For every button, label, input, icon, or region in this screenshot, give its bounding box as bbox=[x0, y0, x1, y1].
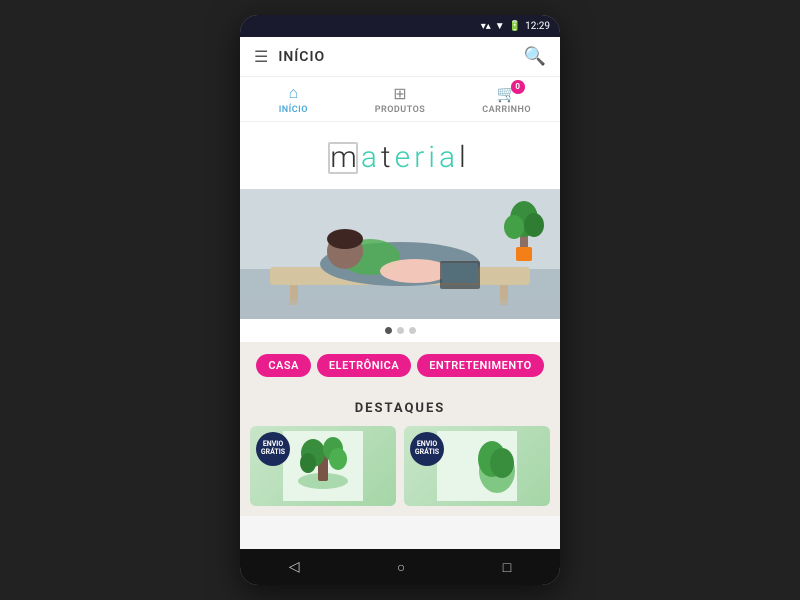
carousel-dots bbox=[240, 319, 560, 342]
tab-carrinho[interactable]: 🛒 0 CARRINHO bbox=[453, 77, 560, 121]
hamburger-icon[interactable]: ☰ bbox=[254, 47, 268, 66]
cart-icon: 🛒 0 bbox=[497, 84, 517, 103]
category-casa[interactable]: CASA bbox=[256, 354, 311, 377]
wifi-icon: ▼ bbox=[495, 21, 505, 32]
recent-button[interactable]: □ bbox=[503, 559, 511, 576]
carousel-dot-2[interactable] bbox=[397, 327, 404, 334]
page-title: INÍCIO bbox=[278, 49, 325, 65]
logo-area: material bbox=[240, 122, 560, 189]
top-bar-left: ☰ INÍCIO bbox=[254, 47, 325, 66]
status-bar: ▾▴ ▼ 🔋 12:29 bbox=[240, 15, 560, 37]
phone-frame: ▾▴ ▼ 🔋 12:29 ☰ INÍCIO 🔍 ⌂ INÍCIO ⊞ PRODU… bbox=[240, 15, 560, 585]
envio-badge-1: ENVIO GRÁTIS bbox=[256, 432, 290, 466]
home-button[interactable]: ○ bbox=[397, 559, 405, 576]
cart-badge: 0 bbox=[511, 80, 525, 94]
tab-inicio[interactable]: ⌂ INÍCIO bbox=[240, 77, 347, 121]
carousel-dot-3[interactable] bbox=[409, 327, 416, 334]
category-eletronica[interactable]: ELETRÔNICA bbox=[317, 354, 411, 377]
envio-badge-2: ENVIO GRÁTIS bbox=[410, 432, 444, 466]
search-icon[interactable]: 🔍 bbox=[524, 46, 546, 67]
tab-carrinho-label: CARRINHO bbox=[482, 105, 531, 115]
home-icon: ⌂ bbox=[289, 83, 299, 103]
carousel-dot-1[interactable] bbox=[385, 327, 392, 334]
category-entretenimento[interactable]: ENTRETENIMENTO bbox=[417, 354, 543, 377]
categories: CASA ELETRÔNICA ENTRETENIMENTO bbox=[240, 342, 560, 389]
nav-tabs: ⌂ INÍCIO ⊞ PRODUTOS 🛒 0 CARRINHO bbox=[240, 77, 560, 122]
main-content: material bbox=[240, 122, 560, 549]
grid-icon: ⊞ bbox=[393, 84, 406, 103]
tab-inicio-label: INÍCIO bbox=[279, 105, 308, 115]
tab-produtos-label: PRODUTOS bbox=[375, 105, 426, 115]
battery-icon: 🔋 bbox=[509, 21, 521, 32]
back-button[interactable]: ◁ bbox=[289, 559, 300, 575]
signal-icon: ▾▴ bbox=[481, 21, 491, 32]
logo-text: material bbox=[330, 140, 470, 175]
bottom-nav: ◁ ○ □ bbox=[240, 549, 560, 585]
hero-svg bbox=[240, 189, 560, 319]
logo: material bbox=[330, 140, 470, 175]
destaques-title: DESTAQUES bbox=[240, 395, 560, 426]
products-row: ENVIO GRÁTIS ENVIO bbox=[240, 426, 560, 516]
destaques-section: DESTAQUES bbox=[240, 389, 560, 516]
tab-produtos[interactable]: ⊞ PRODUTOS bbox=[347, 77, 454, 121]
top-bar: ☰ INÍCIO 🔍 bbox=[240, 37, 560, 77]
time-display: 12:29 bbox=[525, 21, 550, 32]
product-card-1[interactable]: ENVIO GRÁTIS bbox=[250, 426, 396, 506]
product-card-2[interactable]: ENVIO GRÁTIS bbox=[404, 426, 550, 506]
hero-image bbox=[240, 189, 560, 319]
status-bar-icons: ▾▴ ▼ 🔋 12:29 bbox=[481, 21, 550, 32]
